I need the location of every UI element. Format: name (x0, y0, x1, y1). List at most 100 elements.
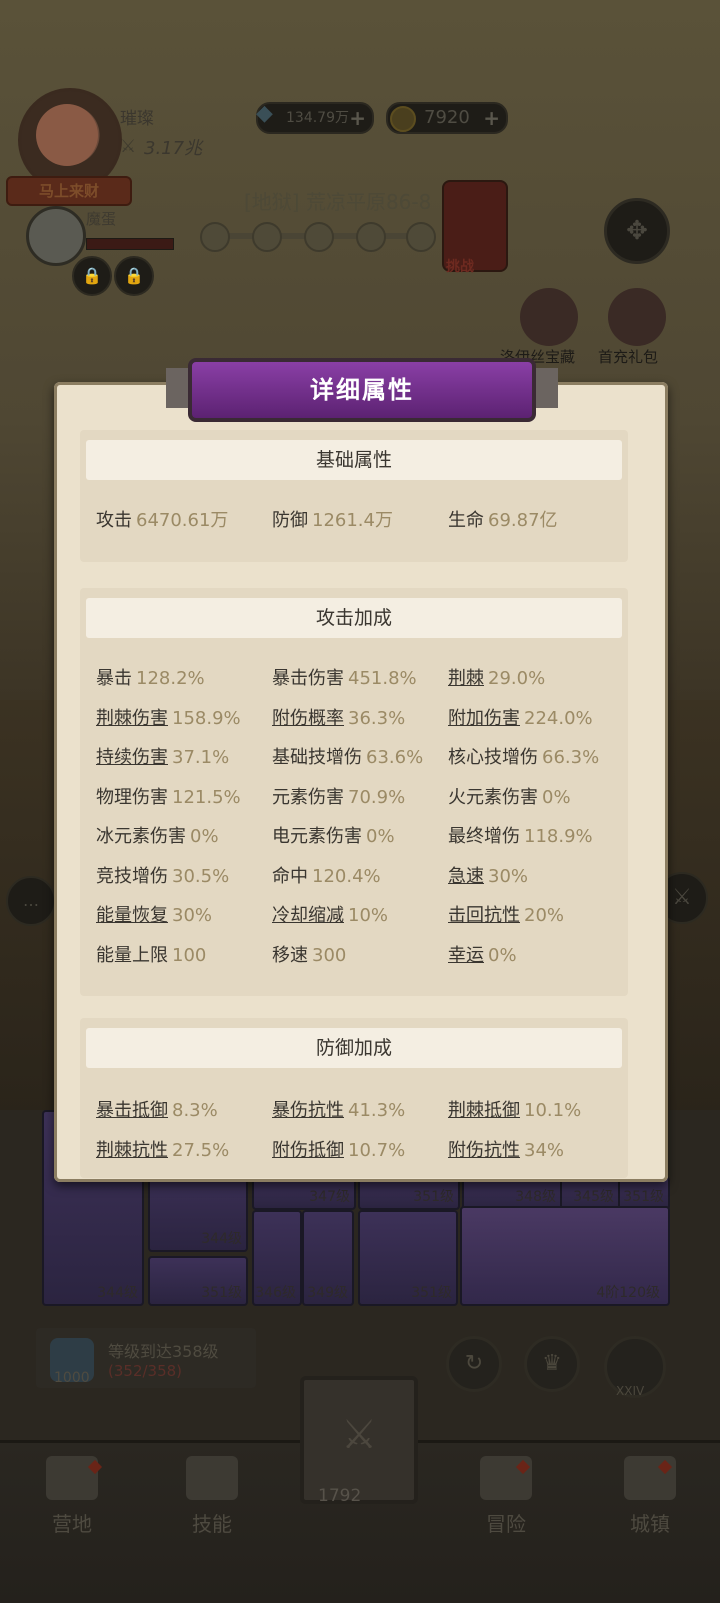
player-name: 璀璨 (120, 109, 154, 129)
stat-label: 荆棘抗性 (96, 1140, 168, 1161)
stat-item[interactable]: 附伤抵御 10.7% (272, 1136, 405, 1162)
stat-item[interactable]: 附伤抗性 34% (448, 1136, 564, 1162)
coin-icon (390, 106, 416, 132)
stat-label: 能量恢复 (96, 905, 168, 926)
stat-item: 基础技增伤 63.6% (272, 743, 423, 769)
stat-value: 36.3% (348, 707, 406, 729)
stat-label: 火元素伤害 (448, 786, 538, 808)
stat-label: 冰元素伤害 (96, 826, 186, 847)
stat-item[interactable]: 暴击抵御 8.3% (96, 1096, 218, 1122)
equipment-slot[interactable]: 346级 (252, 1210, 302, 1306)
pet-progress-bar (86, 238, 174, 250)
stat-item[interactable]: 暴伤抗性 41.3% (272, 1096, 405, 1122)
stat-item: 生命 69.87亿 (448, 506, 558, 532)
nav-battle[interactable]: ⚔ (300, 1376, 418, 1504)
stat-value: 37.1% (172, 747, 230, 768)
stat-value: 10% (348, 905, 389, 926)
compass-icon[interactable]: ✥ (604, 198, 670, 264)
add-coin-icon[interactable]: + (483, 104, 500, 132)
stat-label: 暴击 (96, 668, 132, 689)
slot-level: 351级 (413, 1189, 454, 1205)
stat-value: 30% (172, 905, 213, 926)
basic-attributes-section: 基础属性 攻击 6470.61万 防御 1261.4万 生命 69.87亿 (80, 430, 628, 562)
stat-value: 300 (312, 944, 347, 966)
add-diamond-icon[interactable]: + (349, 104, 366, 132)
stat-label: 附加伤害 (448, 707, 520, 729)
stat-label: 暴击伤害 (272, 668, 344, 689)
stat-value: 6470.61万 (136, 510, 229, 531)
stat-item[interactable]: 荆棘伤害 158.9% (96, 704, 241, 730)
stat-item: 最终增伤 118.9% (448, 822, 593, 848)
scroll-icon (186, 1456, 238, 1500)
treasure-event-icon[interactable] (520, 288, 578, 346)
slot-level: 348级 (515, 1189, 556, 1205)
stage-node (356, 222, 386, 252)
upgrade-progress: (352/358) (108, 1362, 183, 1380)
coin-value: 7920 (424, 107, 470, 128)
stat-item[interactable]: 击回抗性 20% (448, 901, 564, 927)
crown-icon[interactable]: ♛ (524, 1336, 580, 1392)
stat-item[interactable]: 持续伤害 37.1% (96, 743, 229, 769)
stat-item[interactable]: 荆棘抵御 10.1% (448, 1096, 581, 1122)
stat-label: 防御 (272, 510, 308, 531)
stat-item: 能量上限 100 (96, 941, 206, 967)
lock-icon[interactable]: 🔒 (72, 256, 112, 296)
slot-level: 351级 (411, 1285, 452, 1301)
wings-slot[interactable]: 4阶120级 (460, 1206, 670, 1306)
stat-value: 118.9% (524, 826, 593, 847)
stat-label: 冷却缩减 (272, 905, 344, 926)
fortune-badge[interactable]: 马上来财 (6, 176, 132, 206)
equipment-slot[interactable]: 351级 (148, 1256, 248, 1306)
stat-value: 69.87亿 (488, 510, 558, 531)
stat-item: 防御 1261.4万 (272, 506, 393, 532)
diamond-counter[interactable]: ◆ 134.79万 + (256, 101, 374, 134)
nav-town-label: 城镇 (630, 1512, 670, 1536)
stat-value: 121.5% (172, 786, 241, 808)
stat-item[interactable]: 荆棘 29.0% (448, 664, 545, 690)
stat-label: 核心技增伤 (448, 747, 538, 768)
refresh-icon[interactable]: ↻ (446, 1336, 502, 1392)
upgrade-cost: 1000 (54, 1370, 90, 1386)
stat-value: 8.3% (172, 1100, 218, 1121)
stat-item: 暴击伤害 451.8% (272, 664, 417, 690)
nav-adventure-label: 冒险 (486, 1512, 526, 1536)
slot-level: 349级 (307, 1285, 348, 1301)
stat-item[interactable]: 附加伤害 224.0% (448, 704, 593, 730)
stat-item[interactable]: 幸运 0% (448, 941, 517, 967)
coin-counter[interactable]: 7920 + (386, 102, 508, 134)
stat-value: 34% (524, 1140, 565, 1161)
nav-adventure[interactable]: 冒险 (446, 1456, 566, 1556)
stat-label: 击回抗性 (448, 905, 520, 926)
slot-level: 351级 (623, 1189, 664, 1205)
rank-badge-label: XXIV (616, 1384, 645, 1398)
avatar-portrait-icon (36, 104, 98, 166)
stat-value: 128.2% (136, 668, 205, 689)
stat-label: 附伤抗性 (448, 1140, 520, 1161)
stat-item[interactable]: 附伤概率 36.3% (272, 704, 405, 730)
stat-item[interactable]: 冷却缩减 10% (272, 901, 388, 927)
stat-item[interactable]: 能量恢复 30% (96, 901, 212, 927)
chat-icon[interactable]: … (6, 876, 56, 926)
equipment-slot[interactable]: 351级 (358, 1210, 458, 1306)
stat-label: 竞技增伤 (96, 865, 168, 887)
stat-item: 暴击 128.2% (96, 664, 205, 690)
stat-label: 生命 (448, 510, 484, 531)
stat-value: 30.5% (172, 865, 230, 887)
modal-title: 详细属性 (166, 358, 558, 422)
stat-item[interactable]: 急速 30% (448, 862, 528, 888)
stat-item: 物理伤害 121.5% (96, 783, 241, 809)
battle-cost: 1792 (318, 1486, 362, 1506)
nav-town[interactable]: 城镇 (590, 1456, 710, 1556)
stat-label: 附伤抵御 (272, 1140, 344, 1161)
stat-label: 基础技增伤 (272, 747, 362, 768)
stat-value: 20% (524, 905, 565, 926)
stat-item[interactable]: 荆棘抗性 27.5% (96, 1136, 229, 1162)
nav-camp-label: 营地 (52, 1512, 92, 1536)
first-recharge-icon[interactable] (608, 288, 666, 346)
nav-skills[interactable]: 技能 (152, 1456, 272, 1556)
stat-value: 10.1% (524, 1100, 582, 1121)
pet-avatar[interactable] (26, 206, 86, 266)
nav-camp[interactable]: 营地 (12, 1456, 132, 1556)
equipment-slot[interactable]: 349级 (302, 1210, 354, 1306)
lock-icon[interactable]: 🔒 (114, 256, 154, 296)
